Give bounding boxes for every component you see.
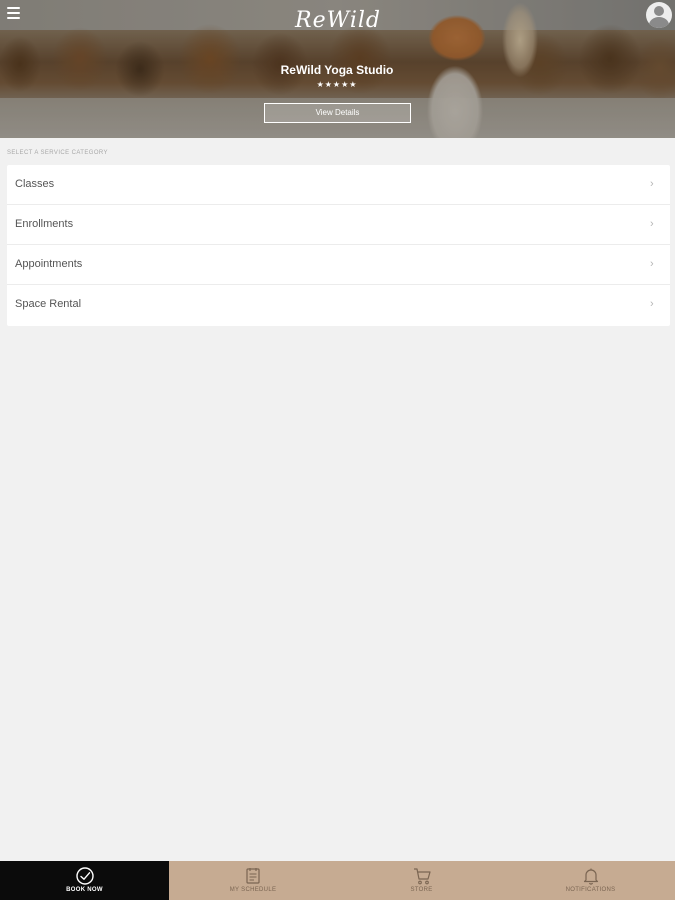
chevron-right-icon: › xyxy=(650,218,654,230)
user-avatar-icon[interactable] xyxy=(646,2,672,28)
star-rating: ★★★★★ xyxy=(316,80,358,89)
nav-label: MY SCHEDULE xyxy=(229,887,277,893)
category-label: Enrollments xyxy=(15,218,74,230)
category-item-space-rental[interactable]: Space Rental › xyxy=(7,285,670,326)
category-label: Space Rental xyxy=(15,298,82,310)
nav-notifications[interactable]: NOTIFICATIONS xyxy=(506,861,675,900)
nav-label: NOTIFICATIONS xyxy=(565,887,616,893)
category-item-appointments[interactable]: Appointments › xyxy=(7,245,670,285)
chevron-right-icon: › xyxy=(650,178,654,190)
chevron-right-icon: › xyxy=(650,298,654,310)
nav-book-now[interactable]: BOOK NOW xyxy=(0,861,169,900)
cart-icon xyxy=(413,868,431,885)
nav-label: BOOK NOW xyxy=(66,887,103,893)
section-label: SELECT A SERVICE CATEGORY xyxy=(7,150,108,156)
view-details-button[interactable]: View Details xyxy=(264,103,411,123)
studio-logo: ReWild xyxy=(295,8,381,33)
category-item-enrollments[interactable]: Enrollments › xyxy=(7,205,670,245)
nav-my-schedule[interactable]: MY SCHEDULE xyxy=(169,861,337,900)
category-list: Classes › Enrollments › Appointments › S… xyxy=(7,165,670,326)
check-circle-icon xyxy=(75,867,94,885)
bottom-navigation: BOOK NOW MY SCHEDULE STORE NOTIFICATIONS xyxy=(0,861,675,900)
nav-store[interactable]: STORE xyxy=(337,861,506,900)
category-label: Classes xyxy=(15,178,55,190)
chevron-right-icon: › xyxy=(650,258,654,270)
studio-name: ReWild Yoga Studio xyxy=(280,63,394,77)
hero-banner: ReWild ReWild Yoga Studio ★★★★★ View Det… xyxy=(0,0,675,138)
nav-label: STORE xyxy=(410,887,433,893)
bell-icon xyxy=(583,868,598,885)
category-item-classes[interactable]: Classes › xyxy=(7,165,670,205)
calendar-icon xyxy=(246,868,260,884)
category-label: Appointments xyxy=(15,258,83,270)
hamburger-menu-icon[interactable] xyxy=(7,7,21,21)
